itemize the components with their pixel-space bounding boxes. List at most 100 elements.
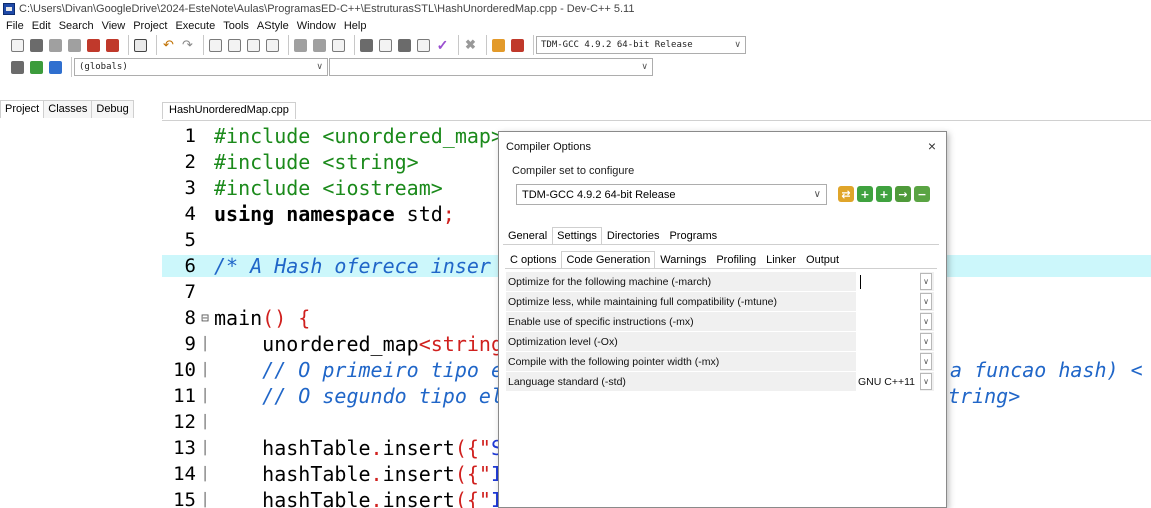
menu-tools[interactable]: Tools (219, 20, 253, 32)
compile-button[interactable] (358, 37, 375, 54)
add-to-project-button[interactable] (28, 59, 45, 76)
menu-astyle[interactable]: AStyle (253, 20, 293, 32)
fold-gutter: │ (201, 414, 209, 430)
option-value[interactable] (856, 352, 920, 371)
option-value[interactable]: GNU C++11 (856, 372, 920, 391)
option-value[interactable] (856, 312, 920, 331)
project-options-button[interactable] (47, 59, 64, 76)
tab-c-options[interactable]: C options (505, 251, 561, 269)
editor-file-tab[interactable]: HashUnorderedMap.cpp (162, 102, 296, 119)
code-punct: . (370, 488, 383, 508)
chevron-down-icon[interactable]: ∨ (920, 273, 932, 290)
toolbar-group-indent (288, 35, 352, 55)
unindent-icon (313, 38, 326, 52)
tab-output[interactable]: Output (801, 251, 844, 269)
profile-button[interactable] (490, 37, 507, 54)
option-row: Optimize for the following machine (-mar… (506, 272, 934, 291)
option-label: Language standard (-std) (508, 375, 626, 388)
chevron-down-icon[interactable]: ∨ (920, 353, 932, 370)
indent-button[interactable] (292, 37, 309, 54)
line-number: 5 (184, 229, 196, 251)
find-compilers-button[interactable]: ⇄ (838, 186, 854, 202)
chevron-down-icon[interactable]: ∨ (920, 293, 932, 310)
code-punct: . (370, 462, 383, 486)
code-punct: ({" (454, 436, 491, 460)
goto-line-button[interactable] (245, 37, 262, 54)
tab-classes[interactable]: Classes (43, 100, 93, 118)
undo-button[interactable]: ↶ (160, 37, 177, 54)
tab-programs[interactable]: Programs (664, 227, 722, 245)
code-text: std (394, 202, 443, 226)
delete-profile-button[interactable] (509, 37, 526, 54)
add-blank-compiler-button[interactable]: + (857, 186, 873, 202)
option-row: Compile with the following pointer width… (506, 352, 934, 371)
print-button[interactable] (132, 37, 149, 54)
new-file-button[interactable] (9, 37, 26, 54)
tab-code-generation[interactable]: Code Generation (561, 251, 656, 269)
menu-help[interactable]: Help (340, 20, 371, 32)
rebuild-all-button[interactable] (415, 37, 432, 54)
tab-general[interactable]: General (503, 227, 552, 245)
close-icon[interactable]: × (928, 138, 936, 154)
tab-settings[interactable]: Settings (552, 227, 602, 245)
chevron-down-icon[interactable]: ∨ (920, 313, 932, 330)
save-button[interactable] (47, 37, 64, 54)
compiler-set-label: Compiler set to configure (512, 165, 635, 177)
new-file-icon (11, 38, 24, 52)
tab-debug[interactable]: Debug (91, 100, 134, 118)
tab-linker[interactable]: Linker (761, 251, 801, 269)
compile-run-button[interactable] (396, 37, 413, 54)
tab-profiling[interactable]: Profiling (711, 251, 761, 269)
dialog-settings-subtabs: C options Code Generation Warnings Profi… (505, 251, 844, 269)
menu-view[interactable]: View (98, 20, 130, 32)
delete-compiler-button[interactable]: − (914, 186, 930, 202)
find-button[interactable] (207, 37, 224, 54)
stop-execution-button[interactable]: ✖ (462, 37, 479, 54)
tab-directories[interactable]: Directories (602, 227, 665, 245)
fold-minus-icon[interactable]: ⊟ (196, 311, 214, 326)
chevron-down-icon[interactable]: ∨ (920, 333, 932, 350)
unindent-button[interactable] (311, 37, 328, 54)
compiler-select-value: TDM-GCC 4.9.2 64-bit Release (541, 40, 693, 50)
chevron-down-icon[interactable]: ∨ (920, 373, 932, 390)
menu-execute[interactable]: Execute (171, 20, 219, 32)
close-file-button[interactable] (85, 37, 102, 54)
close-all-button[interactable] (104, 37, 121, 54)
line-number: 6 (184, 255, 196, 277)
compiler-select[interactable]: TDM-GCC 4.9.2 64-bit Release ∨ (536, 36, 746, 54)
option-label: Optimize for the following machine (-mar… (508, 275, 712, 288)
goto-function-button[interactable] (264, 37, 281, 54)
close-all-icon (106, 38, 119, 52)
save-all-button[interactable] (66, 37, 83, 54)
menu-edit[interactable]: Edit (28, 20, 55, 32)
add-compiler-folder-button[interactable]: + (876, 186, 892, 202)
option-value[interactable] (856, 332, 920, 351)
symbol-select[interactable]: ∨ (329, 58, 653, 76)
new-project-button[interactable] (9, 59, 26, 76)
replace-button[interactable] (226, 37, 243, 54)
menu-search[interactable]: Search (55, 20, 98, 32)
compile-run-icon (398, 38, 411, 52)
window-title: C:\Users\Divan\GoogleDrive\2024-EsteNote… (19, 3, 635, 15)
menu-file[interactable]: File (2, 20, 28, 32)
redo-button[interactable]: ↷ (179, 37, 196, 54)
open-file-button[interactable] (28, 37, 45, 54)
compiler-set-select[interactable]: TDM-GCC 4.9.2 64-bit Release ∨ (516, 184, 827, 205)
menu-project[interactable]: Project (129, 20, 171, 32)
line-number: 10 (173, 359, 196, 381)
option-value[interactable] (856, 292, 920, 311)
run-button[interactable] (377, 37, 394, 54)
rename-compiler-button[interactable]: → (895, 186, 911, 202)
code-punct: <string (418, 332, 504, 356)
option-value[interactable] (856, 272, 920, 291)
tab-warnings[interactable]: Warnings (655, 251, 711, 269)
fold-gutter: │ (201, 492, 209, 508)
line-number: 11 (173, 385, 196, 407)
menu-window[interactable]: Window (293, 20, 340, 32)
chevron-down-icon: ∨ (813, 189, 821, 200)
toggle-bookmark-button[interactable] (330, 37, 347, 54)
indent-icon (294, 38, 307, 52)
scope-select[interactable]: (globals) ∨ (74, 58, 328, 76)
syntax-check-button[interactable]: ✓ (434, 37, 451, 54)
tab-project[interactable]: Project (0, 100, 45, 118)
